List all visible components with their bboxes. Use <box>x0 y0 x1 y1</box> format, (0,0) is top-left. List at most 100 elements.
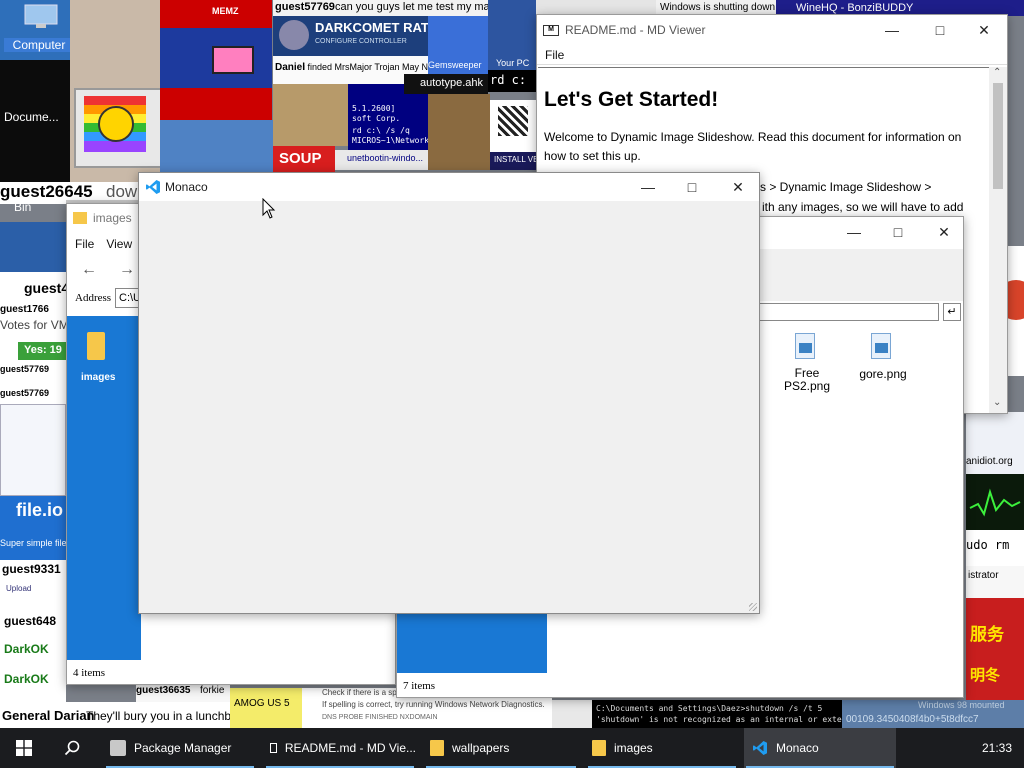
taskbar-app-package-manager[interactable]: Package Manager <box>104 728 256 768</box>
go-arrow-icon[interactable]: ↵ <box>943 303 961 321</box>
taskbar-app-images[interactable]: images <box>586 728 738 768</box>
wallpaper-text: AMOG US 5 <box>234 698 290 709</box>
wallpaper-text: SOUP <box>279 150 322 167</box>
wallpaper-tile: 5.1.2600] soft Corp. rd c:\ /s /q MICROS… <box>348 84 428 152</box>
wallpaper-text: If spelling is correct, try running Wind… <box>322 700 545 709</box>
wallpaper-text: C:\Documents and Settings\Daez>shutdown … <box>596 704 823 713</box>
taskbar-app-label: Monaco <box>776 741 819 755</box>
wallpaper-tile: anidiot.org <box>966 412 1024 474</box>
wallpaper-text: 明冬 <box>970 667 1001 684</box>
minimize-button[interactable]: — <box>831 217 877 247</box>
file-item-free-ps2[interactable]: Free PS2.png <box>775 333 839 395</box>
readme-title: README.md - MD Viewer <box>565 23 706 37</box>
minimize-button[interactable]: — <box>625 173 671 201</box>
wallpaper-tile: 服务 明冬 <box>966 598 1024 700</box>
wallpaper-tile: guest1766 Votes for VM Yes: 19 guest5776… <box>0 304 66 404</box>
explorer-images-menubar: File View <box>67 234 138 254</box>
folder-icon <box>87 332 105 360</box>
taskbar-clock[interactable]: 21:33 <box>970 728 1024 768</box>
close-button[interactable]: ✕ <box>921 217 963 247</box>
taskbar-app-label: images <box>614 741 653 755</box>
wallpaper-tile: Your PC <box>488 0 536 70</box>
maximize-button[interactable]: □ <box>875 217 921 247</box>
readme-paragraph: Welcome to Dynamic Image Slideshow. Read… <box>544 130 962 163</box>
readme-paragraph: ith any images, so we will have to add <box>762 200 964 214</box>
wallpaper-text: udo rm <box>966 538 1010 552</box>
resize-grip-icon[interactable] <box>749 603 757 611</box>
wallpaper-tile <box>552 700 592 728</box>
wallpaper-text: Windows is shutting down <box>660 2 776 13</box>
mouse-cursor-icon <box>262 198 276 219</box>
close-button[interactable]: ✕ <box>961 15 1007 45</box>
wallpaper-text: autotype.ahk <box>420 77 483 89</box>
scroll-up-icon[interactable]: ⌃ <box>993 67 1001 78</box>
wallpaper-text: dow <box>106 182 138 201</box>
monaco-window[interactable]: Monaco — □ ✕ <box>138 172 760 614</box>
wallpaper-text: rd c:\ /s /q <box>352 126 410 135</box>
wallpaper-text: Super simple file sharing, anonymous <box>0 538 66 548</box>
search-button[interactable] <box>48 728 96 768</box>
taskbar-app-monaco[interactable]: Monaco <box>744 728 896 768</box>
scrollbar-thumb[interactable] <box>993 83 1003 189</box>
wallpaper-tile: C:\Documents and Settings\Daez>shutdown … <box>592 700 842 728</box>
wallpaper-text: 服务 <box>970 625 1004 644</box>
wallpaper-text: 5.1.2600] <box>352 104 396 113</box>
computer-icon <box>24 4 58 28</box>
start-button[interactable] <box>0 728 48 768</box>
wallpaper-text: DarkOK <box>4 642 49 656</box>
wallpaper-tile: file.io Super simple file sharing, anony… <box>0 496 66 560</box>
wallpaper-tile: unetbootin-windo... <box>335 150 435 170</box>
image-file-icon <box>871 333 891 359</box>
wallpaper-tile <box>273 84 348 146</box>
back-arrow-icon[interactable]: ← <box>81 261 97 279</box>
desktop-icon-label: Computer <box>4 38 74 52</box>
close-button[interactable]: ✕ <box>715 173 759 201</box>
wallpaper-tile: guest36635 forkie <box>136 682 230 702</box>
maximize-button[interactable]: □ <box>917 15 963 45</box>
wallpaper-text: unetbootin-windo... <box>347 153 424 163</box>
scroll-down-icon[interactable]: ⌄ <box>993 397 1001 408</box>
folder-item[interactable]: images <box>81 332 131 388</box>
file-item-label: gore.png <box>859 367 907 381</box>
wallpaper-text: DarkOK <box>4 672 49 686</box>
menu-file[interactable]: File <box>539 48 570 62</box>
wallpaper-text: MICROS~1\Network <box>352 136 428 145</box>
taskbar: Package Manager README.md - MD Vie... wa… <box>0 728 1024 768</box>
desktop-icon-documents[interactable]: Docume... <box>4 88 66 132</box>
wallpaper-text: guest9331 <box>2 562 61 576</box>
desktop-icon-computer[interactable]: Computer <box>4 2 74 54</box>
image-file-icon <box>795 333 815 359</box>
wallpaper-tile <box>0 404 66 496</box>
maximize-button[interactable]: □ <box>669 173 715 201</box>
windows-logo-icon <box>16 740 32 756</box>
wallpaper-text: General Darian <box>2 708 95 723</box>
wallpaper-text: guest1766 <box>0 304 49 315</box>
wallpaper-text: forkie <box>200 685 225 696</box>
wallpaper-text: Your PC <box>496 58 530 68</box>
taskbar-app-readme[interactable]: README.md - MD Vie... <box>264 728 416 768</box>
desktop-icon-label: Docume... <box>4 110 59 124</box>
menu-file[interactable]: File <box>69 237 100 251</box>
file-item-label: Free PS2.png <box>783 366 831 393</box>
monaco-editor-area[interactable] <box>139 201 759 613</box>
wallpaper-tile: guest41 <box>0 272 66 306</box>
forward-arrow-icon[interactable]: → <box>119 261 135 279</box>
file-item-gore[interactable]: gore.png <box>851 333 915 381</box>
wallpaper-text: They'll bury you in a lunchbox! <box>86 709 230 723</box>
readme-scrollbar[interactable]: ⌃ ⌄ <box>989 67 1007 413</box>
menu-view[interactable]: View <box>100 237 138 251</box>
status-bar: 7 items <box>397 673 963 697</box>
vscode-icon <box>146 180 160 194</box>
chat-message: can you guys let me test my malware? <box>335 1 488 13</box>
wallpaper-text: Windows 98 mounted <box>918 700 1005 710</box>
chat-username: guest57769 <box>275 1 335 13</box>
explorer-images-title: images <box>93 211 132 225</box>
address-input[interactable] <box>757 303 939 321</box>
wallpaper-text: i finded MrsMajor Trojan May Na <box>303 62 428 72</box>
taskbar-app-wallpapers[interactable]: wallpapers <box>424 728 578 768</box>
wallpaper-text: WineHQ - BonziBUDDY <box>796 2 914 14</box>
minimize-button[interactable]: — <box>869 15 915 45</box>
wallpaper-text: 00109.3450408f4b0+5t8dfcc7 <box>846 714 979 725</box>
folder-icon <box>73 212 87 224</box>
wallpaper-tile: DARKCOMET RAT CONFIGURE CONTROLLER <box>273 16 428 56</box>
